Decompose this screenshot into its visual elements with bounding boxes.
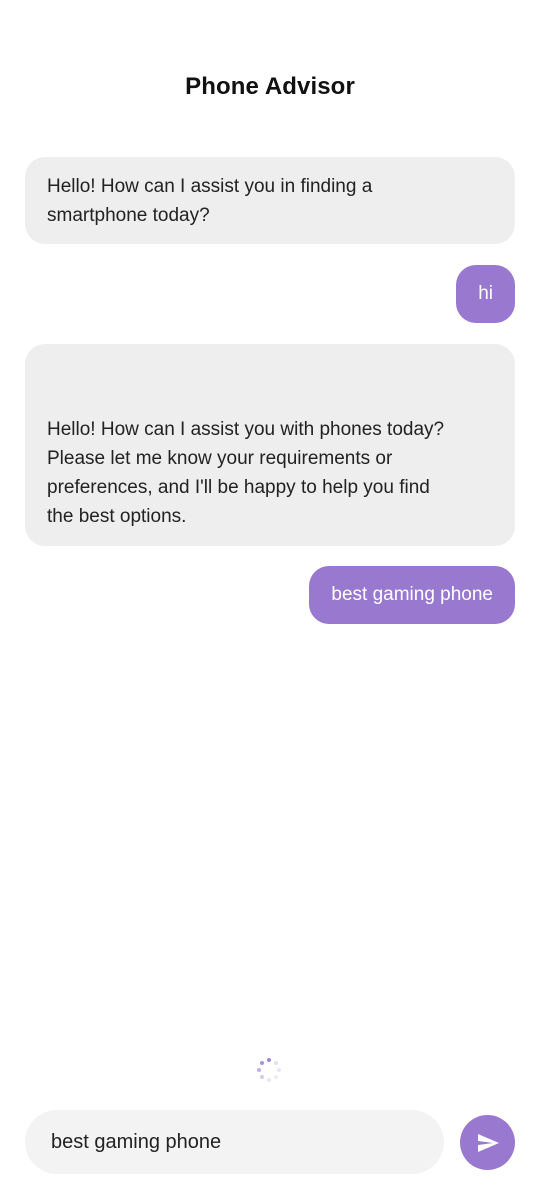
- send-icon: [477, 1133, 499, 1152]
- bot-message-bubble: Hello! How can I assist you with phones …: [25, 344, 515, 546]
- message-input[interactable]: [49, 1129, 420, 1155]
- loading-spinner-icon: [257, 1058, 281, 1082]
- bot-message-text: Hello! How can I assist you with phones …: [47, 419, 445, 527]
- bot-message-text: Hello! How can I assist you in finding a…: [47, 176, 373, 226]
- message-input-container[interactable]: [25, 1110, 444, 1174]
- app-bar: Phone Advisor: [0, 0, 540, 140]
- send-button[interactable]: [460, 1115, 515, 1170]
- user-message-bubble: hi: [456, 265, 515, 323]
- user-message-text: hi: [478, 283, 493, 304]
- user-message-text: best gaming phone: [331, 584, 493, 605]
- page-title: Phone Advisor: [185, 73, 355, 100]
- bot-message-bubble: Hello! How can I assist you in finding a…: [25, 157, 515, 244]
- user-message-bubble: best gaming phone: [309, 566, 515, 624]
